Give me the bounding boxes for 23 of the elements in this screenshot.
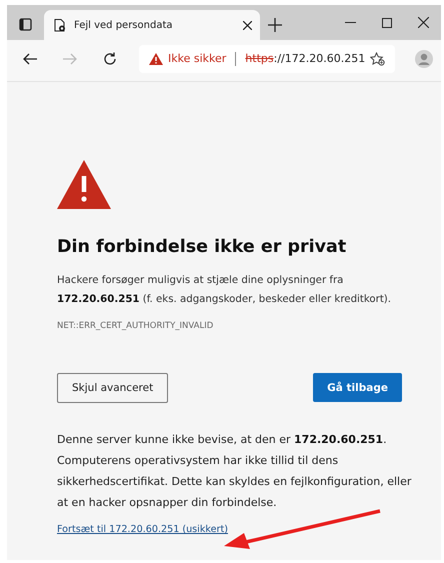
maximize-icon[interactable]: [382, 18, 392, 28]
profile-avatar-icon[interactable]: [415, 50, 433, 68]
favorite-star-icon[interactable]: [370, 52, 385, 66]
page-heading: Din forbindelse ikke er privat: [57, 237, 348, 257]
security-indicator[interactable]: Ikke sikker: [149, 52, 226, 65]
back-icon[interactable]: [23, 52, 37, 64]
page-icon: [54, 18, 66, 32]
url-text: https://172.20.60.251: [245, 52, 366, 65]
tab-actions-icon[interactable]: [19, 18, 32, 31]
close-icon[interactable]: [418, 17, 429, 28]
address-bar[interactable]: Ikke sikker https://172.20.60.251: [139, 44, 395, 72]
browser-tab[interactable]: Fejl ved persondata: [44, 10, 260, 40]
warning-icon: [57, 160, 111, 209]
new-tab-icon[interactable]: [268, 18, 282, 32]
warning-icon: [149, 52, 163, 64]
close-tab-icon[interactable]: [243, 20, 252, 30]
proceed-link[interactable]: Fortsæt til 172.20.60.251 (usikkert): [57, 524, 228, 535]
hide-advanced-button[interactable]: Skjul avanceret: [57, 373, 168, 403]
error-code: NET::ERR_CERT_AUTHORITY_INVALID: [57, 321, 214, 331]
warning-message: Hackere forsøger muligvis at stjæle dine oplysninger fra 172.20.60.251 (f. eks. adgangskoder, beskeder eller kreditkort).: [57, 274, 392, 307]
go-back-button[interactable]: Gå tilbage: [313, 373, 402, 402]
details-message: Denne server kunne ikke bevise, at den er 172.20.60.251. Computerens operativsystem har ikke tillid til dens sikkerhedscertifikat. Dette kan skyldes en fejlkonfiguration, eller at en hacker opsnapper din forbindelse.: [57, 432, 412, 511]
refresh-icon[interactable]: [103, 52, 117, 66]
